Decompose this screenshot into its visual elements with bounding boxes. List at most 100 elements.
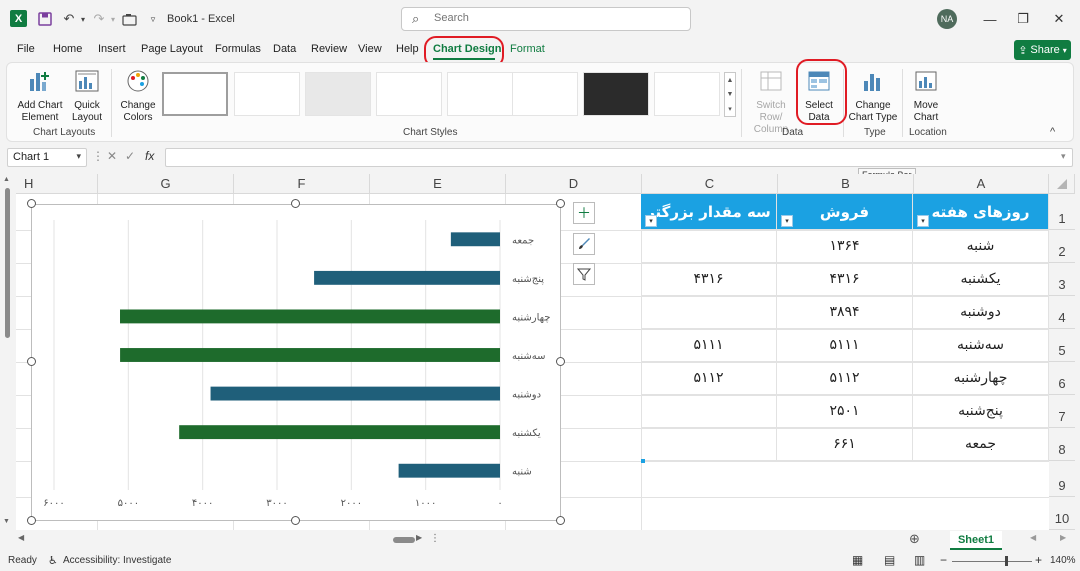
tab-page-layout[interactable]: Page Layout bbox=[141, 43, 203, 55]
add-sheet-icon[interactable]: ⊕ bbox=[909, 531, 920, 547]
table-cell[interactable]: ۳۸۹۴ bbox=[777, 296, 913, 329]
select-all-corner[interactable] bbox=[1049, 174, 1075, 194]
tab-data[interactable]: Data bbox=[273, 43, 296, 55]
avatar[interactable]: NA bbox=[937, 9, 957, 29]
tab-format[interactable]: Format bbox=[510, 43, 545, 55]
table-cell[interactable]: ۵۱۱۱ bbox=[777, 329, 913, 362]
resize-handle-left[interactable] bbox=[27, 357, 36, 366]
column-header-d[interactable]: D bbox=[506, 174, 642, 194]
insert-function-icon[interactable]: fx bbox=[145, 149, 154, 163]
vertical-scroll-thumb[interactable] bbox=[5, 188, 10, 338]
scroll-up-icon[interactable]: ▲ bbox=[3, 176, 10, 183]
zoom-out-icon[interactable]: − bbox=[940, 553, 947, 567]
row-header-2[interactable]: 2 bbox=[1049, 230, 1075, 263]
table-header-a[interactable]: روزهای هفته ▾ bbox=[913, 194, 1049, 230]
table-cell[interactable] bbox=[641, 230, 777, 263]
chart-elements-button[interactable]: ＋ bbox=[573, 202, 595, 224]
column-header-a[interactable]: A bbox=[914, 174, 1049, 194]
tab-help[interactable]: Help bbox=[396, 43, 419, 55]
resize-handle-right[interactable] bbox=[556, 357, 565, 366]
page-layout-view-icon[interactable]: ▤ bbox=[884, 553, 895, 567]
table-cell[interactable]: ۱۳۶۴ bbox=[777, 230, 913, 263]
filter-dropdown-icon[interactable]: ▾ bbox=[781, 215, 793, 227]
table-cell[interactable]: ۵۱۱۲ bbox=[641, 362, 777, 395]
row-header-10[interactable]: 10 bbox=[1049, 497, 1075, 530]
row-header-7[interactable]: 7 bbox=[1049, 395, 1075, 428]
table-cell[interactable]: یکشنبه bbox=[913, 263, 1049, 296]
scroll-down-icon[interactable]: ▼ bbox=[3, 518, 10, 525]
column-header-h[interactable]: H bbox=[16, 174, 98, 194]
chart-style-6[interactable] bbox=[512, 72, 578, 116]
table-cell[interactable]: ۴۳۱۶ bbox=[777, 263, 913, 296]
camera-icon[interactable] bbox=[120, 10, 138, 28]
close-icon[interactable]: ✕ bbox=[1049, 9, 1069, 29]
collapse-ribbon-icon[interactable]: ^ bbox=[1050, 126, 1055, 138]
table-cell[interactable] bbox=[641, 296, 777, 329]
qat-dropdown-icon[interactable]: ▿ bbox=[144, 10, 162, 28]
resize-handle-top[interactable] bbox=[291, 199, 300, 208]
filter-dropdown-icon[interactable]: ▾ bbox=[917, 215, 929, 227]
chart-style-4[interactable] bbox=[376, 72, 442, 116]
table-cell[interactable]: جمعه bbox=[913, 428, 1049, 461]
scroll-right-icon[interactable]: ▶ bbox=[416, 533, 422, 542]
chart-bar[interactable] bbox=[120, 309, 501, 324]
chart-style-8[interactable] bbox=[654, 72, 720, 116]
resize-handle-bottom-right[interactable] bbox=[556, 516, 565, 525]
table-header-b[interactable]: فروش ▾ bbox=[777, 194, 913, 230]
expand-formula-bar-icon[interactable]: ▾ bbox=[1061, 151, 1066, 162]
resize-handle-top-left[interactable] bbox=[27, 199, 36, 208]
chevron-down-icon[interactable]: ▼ bbox=[727, 91, 734, 98]
row-header-3[interactable]: 3 bbox=[1049, 263, 1075, 296]
table-cell[interactable]: پنج‌شنبه bbox=[913, 395, 1049, 428]
chevron-up-icon[interactable]: ▲ bbox=[727, 77, 734, 84]
chart-bar[interactable] bbox=[210, 386, 500, 401]
next-sheet-icon[interactable]: ▶ bbox=[1060, 533, 1066, 542]
table-header-c[interactable]: سه مقدار بزرگتر ▾ bbox=[641, 194, 777, 230]
chart-bar[interactable] bbox=[398, 463, 500, 478]
table-cell[interactable]: دوشنبه bbox=[913, 296, 1049, 329]
page-break-view-icon[interactable]: ▥ bbox=[914, 553, 925, 567]
table-cell[interactable]: ۲۵۰۱ bbox=[777, 395, 913, 428]
table-cell[interactable]: ۵۱۱۱ bbox=[641, 329, 777, 362]
column-header-b[interactable]: B bbox=[778, 174, 914, 194]
minimize-icon[interactable]: — bbox=[980, 9, 1000, 29]
name-box[interactable]: Chart 1 ▾ bbox=[7, 148, 87, 167]
table-cell[interactable]: چهارشنبه bbox=[913, 362, 1049, 395]
more-options-icon[interactable]: ⋮ bbox=[430, 533, 440, 544]
table-cell[interactable] bbox=[641, 428, 777, 461]
accessibility-status[interactable]: Accessibility: Investigate bbox=[63, 555, 171, 566]
search-input[interactable] bbox=[434, 12, 674, 24]
chart-style-3[interactable] bbox=[305, 72, 371, 116]
tab-review[interactable]: Review bbox=[311, 43, 347, 55]
column-header-c[interactable]: C bbox=[642, 174, 778, 194]
chart-filters-button[interactable] bbox=[573, 263, 595, 285]
row-header-6[interactable]: 6 bbox=[1049, 362, 1075, 395]
table-resize-handle[interactable] bbox=[641, 459, 645, 463]
share-button[interactable]: ⇪ Share ▾ bbox=[1014, 40, 1071, 60]
more-icon[interactable]: ▾ bbox=[728, 105, 732, 113]
row-header-1[interactable]: 1 bbox=[1049, 194, 1075, 230]
sheet-tab-sheet1[interactable]: Sheet1 bbox=[950, 531, 1002, 550]
column-header-f[interactable]: F bbox=[234, 174, 370, 194]
table-cell[interactable]: شنبه bbox=[913, 230, 1049, 263]
zoom-slider-thumb[interactable] bbox=[1005, 556, 1008, 566]
resize-handle-bottom-left[interactable] bbox=[27, 516, 36, 525]
tab-home[interactable]: Home bbox=[53, 43, 82, 55]
chart-style-1[interactable] bbox=[162, 72, 228, 116]
chart-style-2[interactable] bbox=[234, 72, 300, 116]
search-box[interactable]: ⌕ bbox=[401, 7, 691, 31]
tab-formulas[interactable]: Formulas bbox=[215, 43, 261, 55]
column-header-g[interactable]: G bbox=[98, 174, 234, 194]
chart-styles-scroll[interactable]: ▲ ▼ ▾ bbox=[724, 72, 736, 117]
prev-sheet-icon[interactable]: ◀ bbox=[1030, 533, 1036, 542]
column-header-e[interactable]: E bbox=[370, 174, 506, 194]
row-header-9[interactable]: 9 bbox=[1049, 461, 1075, 497]
save-icon[interactable] bbox=[36, 10, 54, 28]
filter-dropdown-icon[interactable]: ▾ bbox=[645, 215, 657, 227]
vertical-scrollbar[interactable]: ▲ ▼ bbox=[3, 176, 11, 528]
zoom-level[interactable]: 140% bbox=[1050, 555, 1076, 566]
move-chart-button[interactable]: Move Chart bbox=[905, 69, 947, 124]
zoom-in-icon[interactable]: + bbox=[1035, 553, 1042, 567]
tab-insert[interactable]: Insert bbox=[98, 43, 126, 55]
chart-bar[interactable] bbox=[120, 348, 500, 362]
